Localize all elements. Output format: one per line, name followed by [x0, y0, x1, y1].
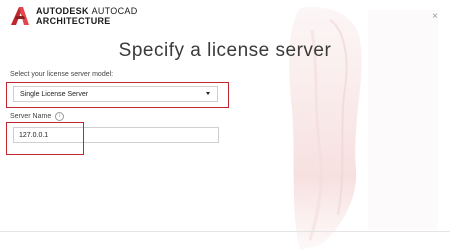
select-highlight-box — [6, 82, 229, 108]
autodesk-a-logo-icon — [11, 7, 29, 25]
app-header: AUTODESK AUTOCAD ARCHITECTURE — [10, 5, 138, 27]
server-name-label-row: Server Name i — [10, 112, 65, 121]
close-icon[interactable]: × — [432, 12, 438, 22]
input-highlight-box — [6, 122, 84, 155]
license-model-label: Select your license server model: — [10, 71, 114, 78]
page-title: Specify a license server — [118, 40, 332, 61]
brand-product: AUTOCAD — [91, 6, 138, 16]
server-name-label: Server Name — [10, 113, 52, 120]
brand-company: AUTODESK — [36, 6, 89, 16]
info-icon[interactable]: i — [55, 112, 65, 121]
brand-wordmark: AUTODESK AUTOCAD ARCHITECTURE — [36, 6, 138, 26]
footer-divider — [0, 231, 450, 232]
brand-product-variant: ARCHITECTURE — [36, 16, 111, 26]
